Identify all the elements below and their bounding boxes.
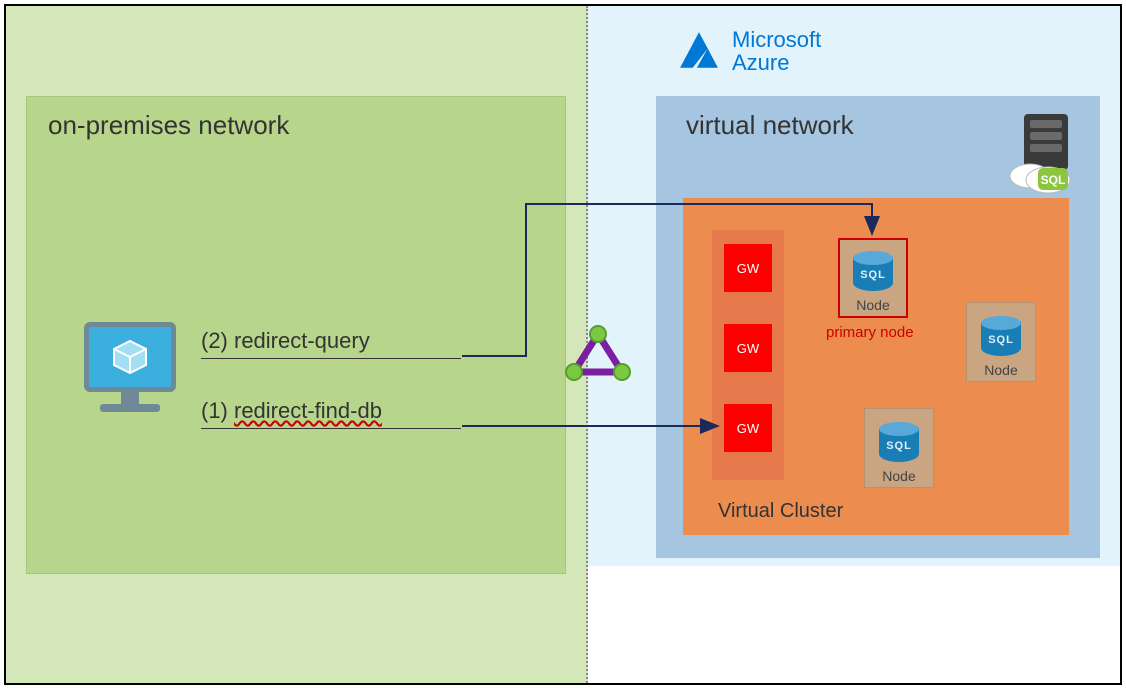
virtual-network-title: virtual network [686, 110, 854, 141]
redirect-query-label: (2) redirect-query [201, 328, 461, 359]
redirect-find-db-label: (1) redirect-find-db [201, 398, 461, 429]
gateway-group: GW GW GW [712, 230, 784, 480]
azure-logo: Microsoft Azure [678, 28, 821, 74]
virtual-cluster-title: Virtual Cluster [718, 500, 843, 523]
sql-server-cloud-icon: SQL [1010, 112, 1078, 202]
diagram-frame: on-premises network Microsoft Azure virt… [4, 4, 1122, 685]
azure-icon [678, 30, 720, 72]
azure-brand-line1: Microsoft [732, 28, 821, 51]
load-balancer-icon [564, 324, 632, 386]
node-primary: SQL Node [838, 238, 908, 318]
svg-text:SQL: SQL [1041, 173, 1066, 187]
client-computer-icon [84, 322, 176, 412]
cube-icon [110, 337, 150, 377]
sql-database-icon: SQL [879, 422, 919, 468]
sql-database-icon: SQL [981, 316, 1021, 362]
node-label: Node [984, 362, 1017, 381]
gateway-3: GW [724, 404, 772, 452]
azure-brand-text: Microsoft Azure [732, 28, 821, 74]
node-secondary-2: SQL Node [864, 408, 934, 488]
sql-database-icon: SQL [853, 251, 893, 297]
node-label: Node [882, 468, 915, 487]
node-label: Node [856, 297, 889, 316]
gateway-1: GW [724, 244, 772, 292]
azure-brand-line2: Azure [732, 51, 821, 74]
primary-node-label: primary node [826, 324, 914, 341]
on-premises-title: on-premises network [48, 110, 289, 141]
node-secondary-1: SQL Node [966, 302, 1036, 382]
gateway-2: GW [724, 324, 772, 372]
